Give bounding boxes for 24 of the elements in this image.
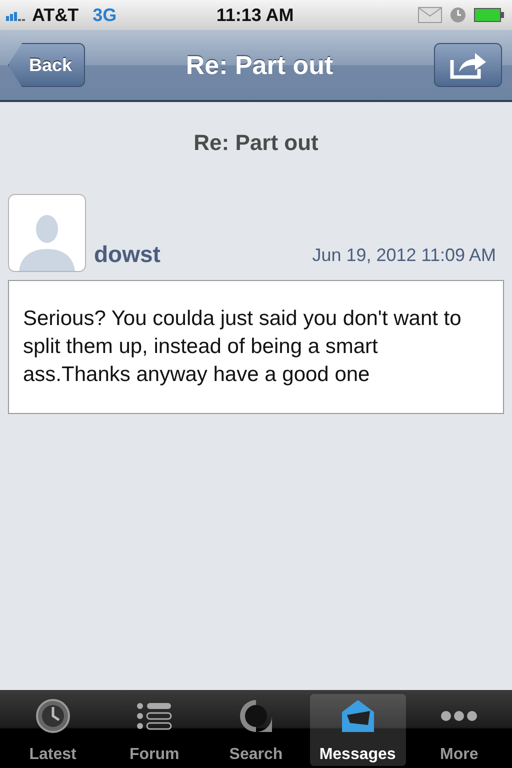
tab[interactable]: Latest <box>4 694 101 766</box>
nav-title: Re: Part out <box>186 50 334 80</box>
back-button[interactable]: Back <box>8 43 86 87</box>
search-icon <box>238 698 274 734</box>
clock-time: 11:13 AM <box>216 4 294 26</box>
alarm-clock-icon <box>450 7 466 23</box>
post-date: Jun 19, 2012 11:09 AM <box>312 245 496 266</box>
tab[interactable]: Search <box>208 694 304 766</box>
share-button[interactable] <box>434 43 502 87</box>
share-icon <box>449 50 487 80</box>
network-type: 3G <box>92 4 117 26</box>
mail-icon <box>418 7 442 23</box>
author-name[interactable]: dowst <box>94 241 160 268</box>
post-body: Serious? You coulda just said you don't want to split them up, instead of being a smart ass.Thanks anyway have a good one <box>8 280 504 414</box>
tab[interactable]: Messages <box>310 694 406 766</box>
envelope-icon <box>340 698 376 734</box>
signal-icon <box>6 9 28 21</box>
tab[interactable]: More <box>411 694 508 766</box>
carrier-name: AT&T <box>32 4 79 26</box>
more-icon <box>441 711 478 721</box>
thread-title: Re: Part out <box>192 130 320 156</box>
clock-icon <box>34 698 71 734</box>
battery-icon <box>474 8 504 22</box>
tab[interactable]: Forum <box>106 694 202 766</box>
